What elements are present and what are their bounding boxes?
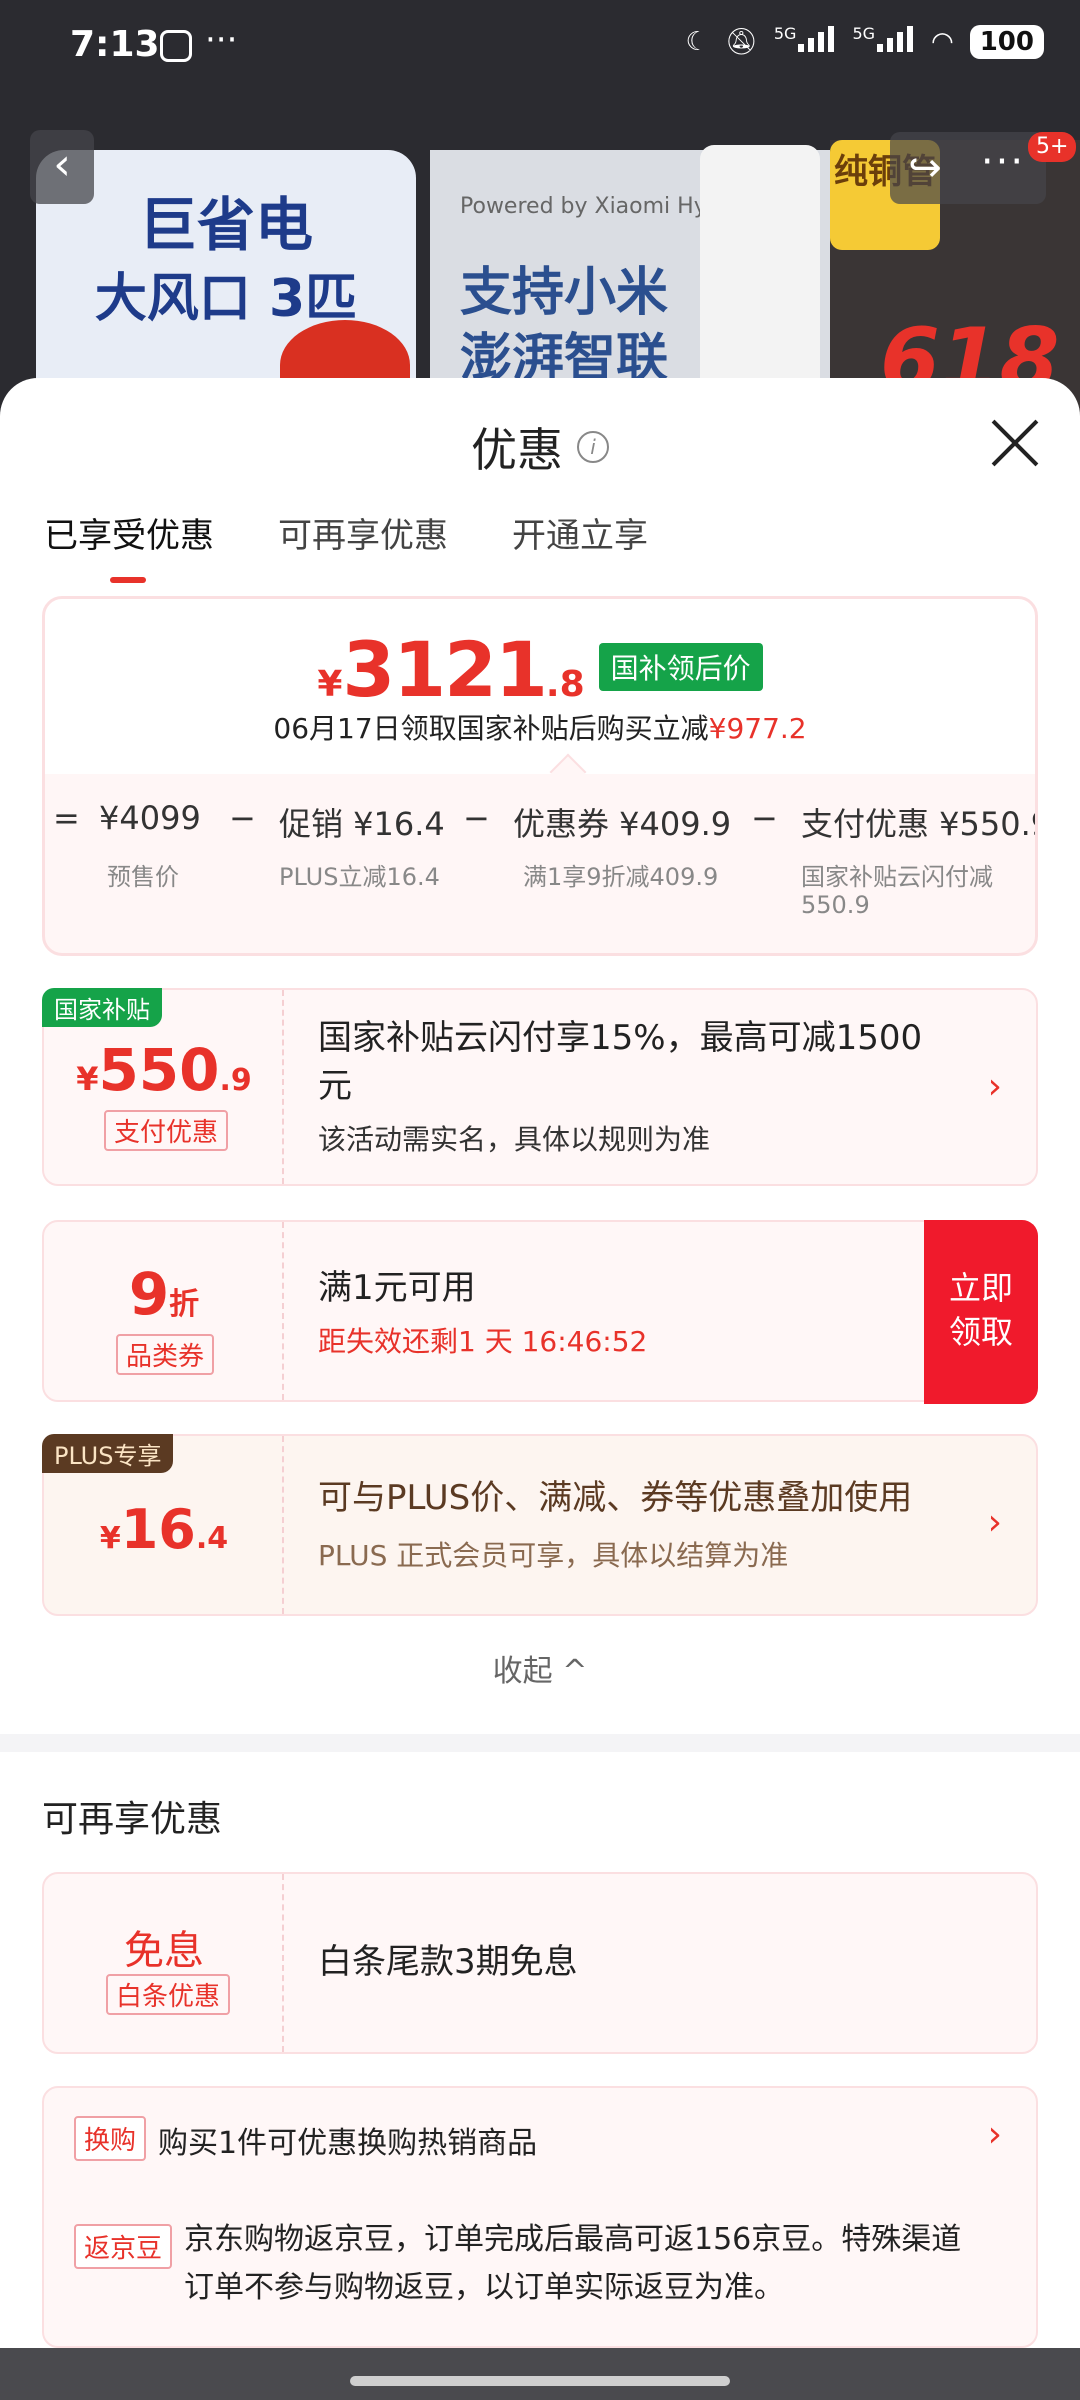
share-button[interactable]: ↪ xyxy=(890,132,960,204)
subsidy-description: 国家补贴云闪付享15%，最高可减1500 元 xyxy=(318,1018,923,1106)
op-minus-3: − xyxy=(751,799,778,837)
subsidy-note: 该活动需实名，具体以规则为准 xyxy=(318,1123,711,1156)
collapse-button[interactable]: 收起 ^ xyxy=(0,1646,1080,1690)
payment-label-2: 550.9 xyxy=(801,891,870,919)
subsidy-corner-tag: 国家补贴 xyxy=(42,988,162,1027)
coupon-value: ¥550.9 xyxy=(76,1036,252,1104)
subsidy-price-tag: 国补领后价 xyxy=(598,643,763,691)
promo-label: PLUS立减16.4 xyxy=(279,863,440,891)
payment-amount: 支付优惠 ¥550.9 xyxy=(801,805,1035,843)
promo-amount: 促销 ¥16.4 xyxy=(279,805,445,843)
coupon-label: 满1享9折减409.9 xyxy=(523,863,719,891)
coupon-left: 国家补贴 ¥550.9 支付优惠 xyxy=(42,988,284,1184)
exchange-text[interactable]: 购买1件可优惠换购热销商品 xyxy=(158,2118,537,2162)
coupon-left: 9折 品类券 xyxy=(44,1222,284,1400)
section-divider xyxy=(0,1734,1080,1752)
tab-more[interactable]: 可再享优惠 xyxy=(278,508,448,583)
wifi-icon: ◠ xyxy=(931,26,954,57)
chevron-right-icon[interactable]: › xyxy=(988,1066,1002,1107)
presale-price: ¥4099 xyxy=(99,799,201,837)
notch xyxy=(549,753,587,791)
coupon-discount: 9折 xyxy=(128,1260,200,1328)
baitiao-card: 免息 白条优惠 白条尾款3期免息 xyxy=(42,1872,1038,2054)
baitiao-tag: 白条优惠 xyxy=(106,1974,231,2015)
tab-enjoyed[interactable]: 已享受优惠 xyxy=(44,508,214,583)
op-minus-1: − xyxy=(229,799,256,837)
plus-description: 可与PLUS价、满减、券等优惠叠加使用 xyxy=(318,1478,913,1518)
section-title: 可再享优惠 xyxy=(42,1799,223,1840)
price-subline: 06月17日领取国家补贴后购买立减¥977.2 xyxy=(273,712,807,745)
final-price: ¥3121.8 国补领后价 xyxy=(45,625,1035,714)
moon-icon: ☾ xyxy=(685,26,709,57)
close-button[interactable] xyxy=(990,418,1040,468)
sheet-title: 优惠 i xyxy=(0,414,1080,480)
payment-discount-tag: 支付优惠 xyxy=(104,1110,229,1151)
tab-activate[interactable]: 开通立享 xyxy=(512,508,648,583)
plus-value: ¥16.4 xyxy=(99,1498,229,1561)
gesture-bar xyxy=(0,2348,1080,2400)
final-price-box: ¥3121.8 国补领后价 06月17日领取国家补贴后购买立减¥977.2 = ¥… xyxy=(42,596,1038,956)
payment-label: 国家补贴云闪付减 xyxy=(801,863,993,891)
coupon-countdown: 距失效还剩1 天 16:46:52 xyxy=(318,1325,648,1358)
alarm-icon xyxy=(160,30,192,62)
plus-coupon-card[interactable]: PLUS专享 ¥16.4 可与PLUS价、满减、券等优惠叠加使用 PLUS 正式… xyxy=(42,1434,1038,1616)
price-breakdown: = ¥4099 预售价 − 促销 ¥16.4 PLUS立减16.4 − 优惠券 … xyxy=(45,799,1035,949)
signal-icon-2: 5G xyxy=(852,24,915,59)
air-conditioner-image xyxy=(700,145,820,415)
subsidy-coupon-card[interactable]: 国家补贴 ¥550.9 支付优惠 国家补贴云闪付享15%，最高可减1500 元 该… xyxy=(42,988,1038,1186)
mute-icon: 🔕︎ xyxy=(724,26,758,57)
jingdou-tag: 返京豆 xyxy=(74,2224,173,2269)
message-count-badge: 5+ xyxy=(1028,132,1077,162)
plus-note: PLUS 正式会员可享，具体以结算为准 xyxy=(318,1539,789,1572)
chevron-right-icon[interactable]: › xyxy=(988,2114,1002,2155)
coupon-left: PLUS专享 ¥16.4 xyxy=(42,1434,284,1614)
exchange-tag: 换购 xyxy=(74,2116,147,2161)
plus-corner-tag: PLUS专享 xyxy=(42,1434,174,1473)
claim-coupon-button[interactable]: 立即 领取 xyxy=(924,1220,1038,1404)
promo-text-2: 大风口 3匹 xyxy=(94,269,358,329)
category-coupon-card: 9折 品类券 满1元可用 距失效还剩1 天 16:46:52 立即 领取 xyxy=(42,1220,1038,1404)
interest-free-label: 免息 xyxy=(124,1928,204,1974)
presale-label: 预售价 xyxy=(107,863,179,891)
coupon-amount: 优惠券 ¥409.9 xyxy=(513,805,732,843)
home-indicator[interactable] xyxy=(350,2376,730,2386)
more-notifications-icon: ··· xyxy=(205,20,238,60)
discount-sheet: 优惠 i 已享受优惠 可再享优惠 开通立享 ¥3121.8 国补领后价 06月17日… xyxy=(0,378,1080,2348)
coupon-condition: 满1元可用 xyxy=(318,1268,476,1308)
op-minus-2: − xyxy=(463,799,490,837)
coupon-left: 免息 白条优惠 xyxy=(44,1874,284,2052)
status-icons: ☾ 🔕︎ 5G 5G ◠ 100 xyxy=(686,24,1044,59)
battery-icon: 100 xyxy=(969,24,1044,59)
tabs: 已享受优惠 可再享优惠 开通立享 xyxy=(44,508,648,583)
category-coupon-tag: 品类券 xyxy=(116,1334,215,1375)
chevron-right-icon[interactable]: › xyxy=(988,1502,1002,1543)
jingdou-text: 京东购物返京豆，订单完成后最高可返156京豆。特殊渠道 订单不参与购物返豆，以订单… xyxy=(184,2222,962,2305)
back-button[interactable]: ‹ xyxy=(30,130,94,204)
status-time: 7:13 xyxy=(70,24,160,65)
signal-icon-1: 5G xyxy=(774,24,837,59)
op-equals: = xyxy=(53,799,80,837)
promo-text-3: 支持小米 澎湃智联 xyxy=(460,263,669,389)
baitiao-text: 白条尾款3期免息 xyxy=(318,1942,578,1982)
info-icon[interactable]: i xyxy=(577,431,609,463)
status-bar: 7:13 ··· ☾ 🔕︎ 5G 5G ◠ 100 xyxy=(0,0,1080,100)
extra-offers-card: 换购 购买1件可优惠换购热销商品 › 返京豆 京东购物返京豆，订单完成后最高可返… xyxy=(42,2086,1038,2348)
